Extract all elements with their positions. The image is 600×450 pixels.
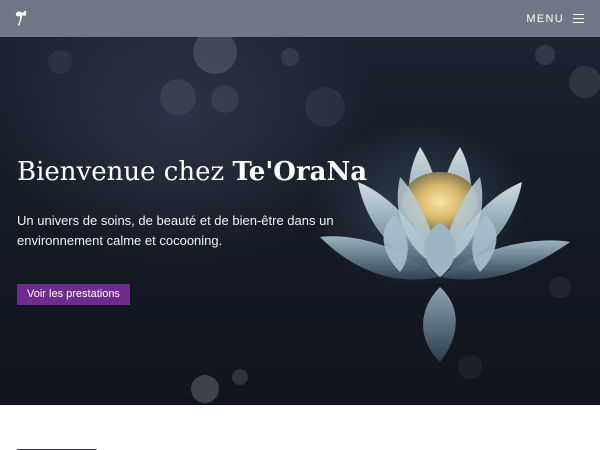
hero-title-prefix: Bienvenue chez xyxy=(17,157,233,187)
hero-title-brand: Te'OraNa xyxy=(232,157,368,187)
menu-label: MENU xyxy=(526,12,564,25)
hamburger-icon xyxy=(573,14,584,23)
menu-button[interactable]: MENU xyxy=(526,13,584,25)
next-section xyxy=(0,405,600,450)
hero-subtitle: Un univers de soins, de beauté et de bie… xyxy=(17,213,334,248)
view-services-button[interactable]: Voir les prestations xyxy=(17,284,130,305)
hero-title: Bienvenue chez Te'OraNa xyxy=(17,157,367,187)
top-navigation-bar: MENU xyxy=(0,0,600,37)
section-heading-cropped xyxy=(17,445,97,450)
hero-banner: Bienvenue chez Te'OraNa Un univers de so… xyxy=(0,37,600,405)
lotus-logo-icon[interactable] xyxy=(12,9,30,29)
